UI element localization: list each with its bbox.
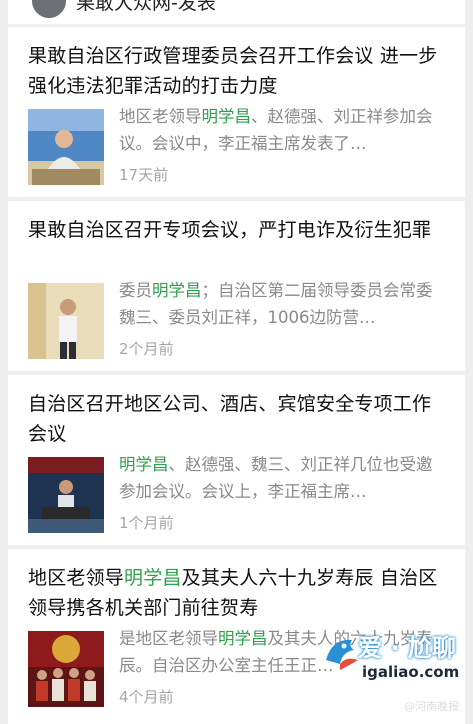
article-time: 4个月前 bbox=[119, 688, 174, 706]
site-watermark: 爱 · 尬聊 igaliao.com @河南晚报 bbox=[318, 626, 468, 718]
article-title[interactable]: 自治区召开地区公司、酒店、宾馆安全专项工作会议 bbox=[28, 389, 440, 449]
parrot-logo-icon bbox=[326, 639, 358, 670]
article-card[interactable]: 自治区召开地区公司、酒店、宾馆安全专项工作会议 明学昌、赵德强、魏三、刘正祥几位… bbox=[8, 375, 465, 545]
article-snippet: 地区老领导明学昌、赵德强、刘正祥参加会议。会议中，李正福主席发表了… bbox=[119, 107, 433, 153]
account-avatar[interactable] bbox=[32, 0, 66, 18]
article-thumbnail[interactable] bbox=[28, 283, 104, 359]
account-header[interactable]: 果敢大众网-发表 bbox=[8, 0, 465, 24]
article-thumbnail[interactable] bbox=[28, 109, 104, 185]
keyword-highlight: 明学昌 bbox=[201, 107, 252, 126]
article-snippet: 明学昌、赵德强、魏三、刘正祥几位也受邀参加会议。会议上，李正福主席… bbox=[119, 455, 433, 501]
watermark-site: igaliao.com bbox=[362, 663, 460, 681]
article-time: 17天前 bbox=[119, 166, 169, 184]
watermark-source: @河南晚报 bbox=[404, 700, 459, 713]
account-name: 果敢大众网-发表 bbox=[76, 0, 216, 14]
article-card[interactable]: 果敢自治区行政管理委员会召开工作会议 进一步强化违法犯罪活动的打击力度 地区老领… bbox=[8, 27, 465, 197]
article-title[interactable]: 地区老领导明学昌及其夫人六十九岁寿辰 自治区领导携各机关部门前往贺寿 bbox=[28, 563, 440, 623]
article-snippet: 委员明学昌；自治区第二届领导委员会常委魏三、委员刘正祥，1006边防营… bbox=[119, 281, 433, 327]
watermark-brand: 爱 · 尬聊 bbox=[358, 634, 456, 662]
keyword-highlight: 明学昌 bbox=[119, 455, 169, 474]
article-time: 2个月前 bbox=[119, 340, 174, 358]
article-thumbnail[interactable] bbox=[28, 457, 104, 533]
keyword-highlight: 明学昌 bbox=[218, 629, 268, 648]
article-thumbnail[interactable] bbox=[28, 631, 104, 707]
keyword-highlight: 明学昌 bbox=[124, 567, 182, 589]
article-card[interactable]: 果敢自治区召开专项会议，严打电诈及衍生犯罪 委员明学昌；自治区第二届领导委员会常… bbox=[8, 201, 465, 371]
keyword-highlight: 明学昌 bbox=[152, 281, 202, 300]
article-title[interactable]: 果敢自治区行政管理委员会召开工作会议 进一步强化违法犯罪活动的打击力度 bbox=[28, 41, 440, 101]
article-title[interactable]: 果敢自治区召开专项会议，严打电诈及衍生犯罪 bbox=[28, 215, 440, 245]
article-time: 1个月前 bbox=[119, 514, 174, 532]
